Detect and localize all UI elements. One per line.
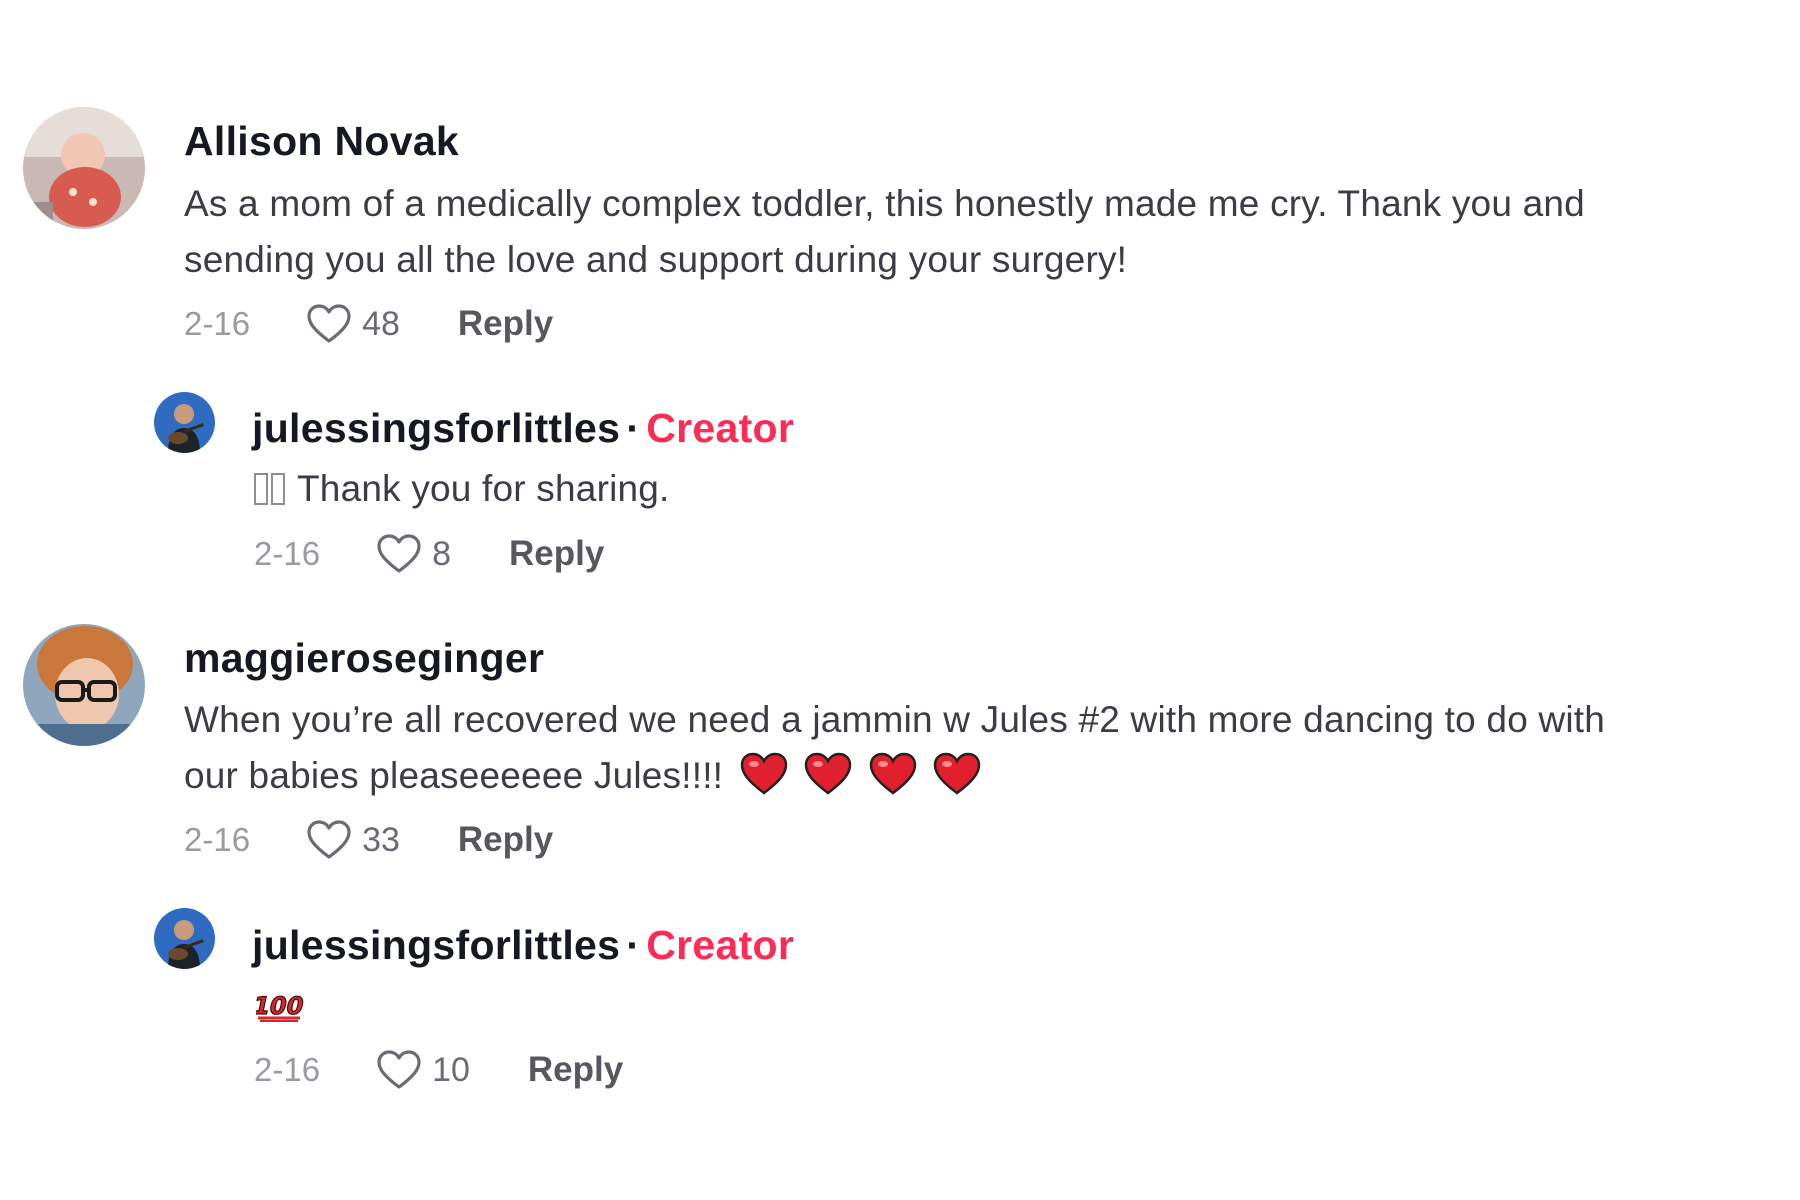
reply-button[interactable]: Reply — [528, 1050, 623, 1090]
separator-dot: · — [626, 922, 641, 968]
like-button[interactable]: 48 — [306, 303, 400, 345]
separator-dot: · — [626, 405, 641, 451]
comment-username[interactable]: Allison Novak — [184, 118, 459, 165]
red-heart-emoji-icon — [933, 752, 981, 795]
like-count: 48 — [362, 304, 400, 343]
avatar-julessingsforlittles[interactable] — [154, 392, 215, 453]
comment-text: As a mom of a medically complex toddler,… — [184, 176, 1585, 288]
comment-date: 2-16 — [184, 305, 251, 342]
reply-username-line: julessingsforlittles · Creator — [252, 922, 794, 969]
reply-meta: 2-16 8 Reply — [254, 533, 604, 575]
reply-button[interactable]: Reply — [458, 304, 553, 344]
comment-meta: 2-16 48 Reply — [184, 303, 553, 345]
reply-button[interactable]: Reply — [509, 534, 604, 574]
red-heart-emoji-icon — [740, 752, 787, 795]
missing-glyph-icon — [271, 473, 285, 505]
emoji-group — [740, 752, 987, 796]
creator-badge: Creator — [646, 922, 795, 968]
comment-text-line: sending you all the love and support dur… — [184, 239, 1128, 280]
guitar-player-avatar-icon — [154, 392, 215, 453]
comment-text-line: As a mom of a medically complex toddler,… — [184, 183, 1585, 224]
hundred-points-emoji-icon: 100 — [256, 991, 306, 1022]
reply-button[interactable]: Reply — [458, 820, 553, 860]
creator-badge: Creator — [646, 405, 795, 451]
like-count: 33 — [362, 820, 400, 859]
comment-text: When you’re all recovered we need a jamm… — [184, 692, 1605, 804]
guitar-player-avatar-icon — [154, 908, 215, 969]
like-count: 10 — [432, 1050, 470, 1089]
glasses-woman-avatar-icon — [23, 624, 145, 746]
avatar-allison-novak[interactable] — [23, 107, 145, 229]
comment-meta: 2-16 33 Reply — [184, 819, 553, 861]
reply-date: 2-16 — [254, 535, 321, 572]
heart-outline-icon — [377, 534, 421, 573]
reply-text-content: Thank you for sharing. — [297, 468, 670, 509]
reply-username[interactable]: julessingsforlittles — [252, 922, 620, 968]
missing-glyph-icon — [254, 473, 268, 505]
reply-text: Thank you for sharing. — [254, 461, 670, 517]
comment-text-line: When you’re all recovered we need a jamm… — [184, 699, 1606, 740]
comment-username[interactable]: maggieroseginger — [184, 635, 544, 682]
comment-text-line: our babies pleaseeeeee Jules!!!! — [184, 755, 724, 796]
red-heart-emoji-icon — [804, 752, 852, 795]
reply-username-line: julessingsforlittles · Creator — [252, 405, 794, 452]
reply-username[interactable]: julessingsforlittles — [252, 405, 620, 451]
svg-text:100: 100 — [256, 991, 306, 1020]
baby-photo-avatar-icon — [23, 107, 145, 229]
like-count: 8 — [432, 534, 451, 573]
heart-outline-icon — [307, 304, 351, 343]
avatar-maggieroseginger[interactable] — [23, 624, 145, 746]
like-button[interactable]: 10 — [376, 1049, 470, 1091]
like-button[interactable]: 8 — [376, 533, 451, 575]
heart-outline-icon — [307, 820, 351, 859]
red-heart-emoji-icon — [869, 752, 916, 795]
reply-date: 2-16 — [254, 1051, 321, 1088]
comment-date: 2-16 — [184, 821, 251, 858]
heart-outline-icon — [377, 1050, 421, 1089]
avatar-julessingsforlittles[interactable] — [154, 908, 215, 969]
like-button[interactable]: 33 — [306, 819, 400, 861]
reply-text: 100 — [256, 988, 306, 1022]
reply-meta: 2-16 10 Reply — [254, 1049, 623, 1091]
